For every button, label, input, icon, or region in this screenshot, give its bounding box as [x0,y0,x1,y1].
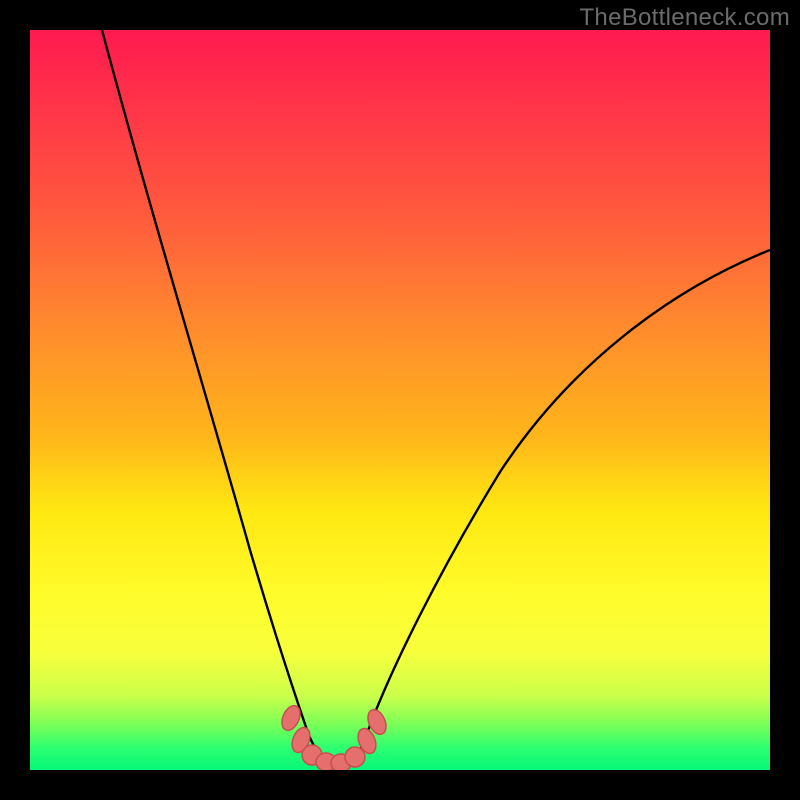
curve-left-branch [102,30,308,733]
trough-markers [278,703,389,770]
watermark-text: TheBottleneck.com [579,4,790,32]
chart-frame: TheBottleneck.com [0,0,800,800]
curve-right-branch [366,250,770,736]
marker-dot [345,747,365,767]
plot-area [30,30,770,770]
bottleneck-curve [30,30,770,770]
